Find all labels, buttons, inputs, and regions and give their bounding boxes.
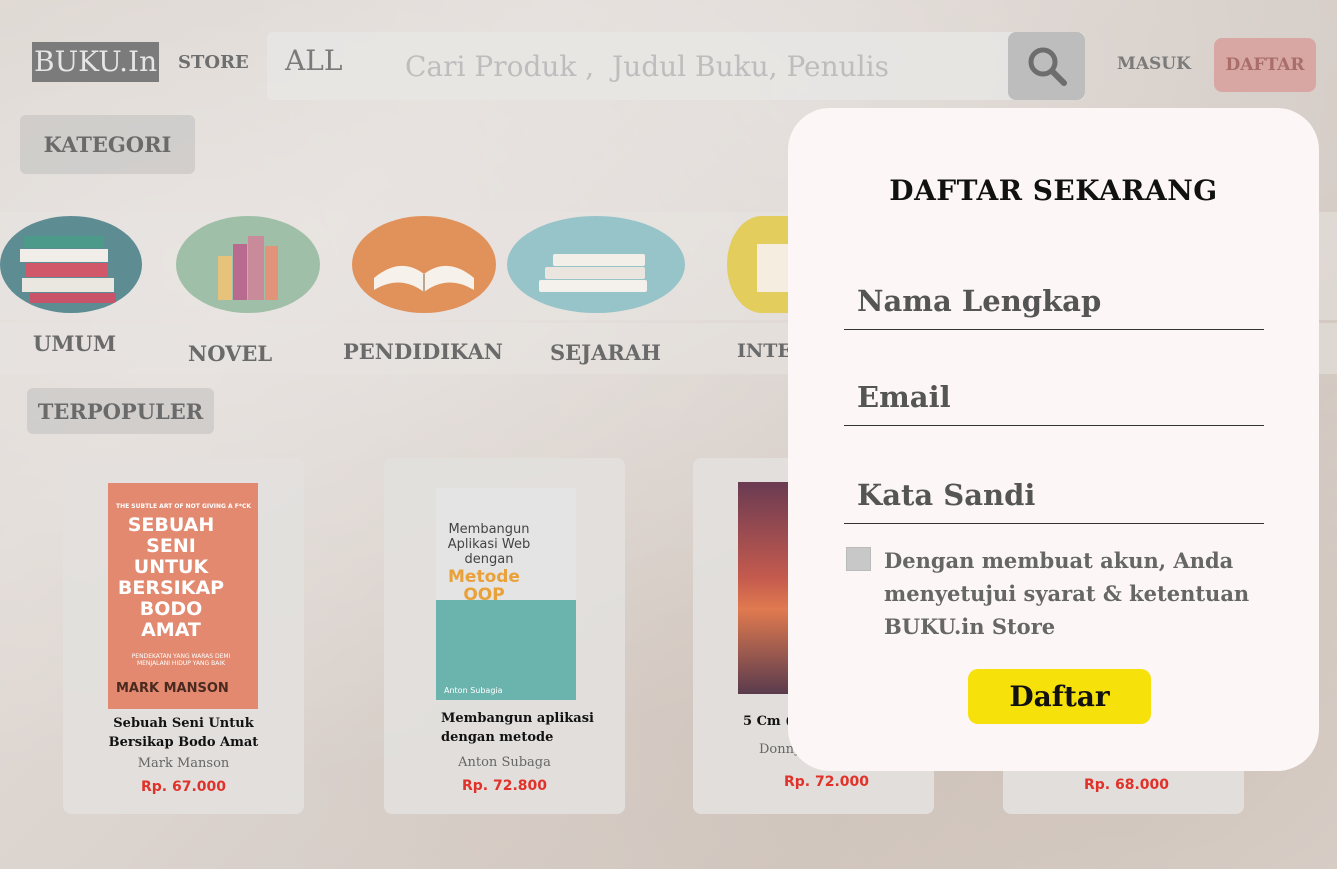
search-input[interactable] <box>405 46 965 86</box>
login-link[interactable]: MASUK <box>1117 54 1191 74</box>
book-icon <box>757 244 797 292</box>
product-author: Mark Manson <box>137 756 230 771</box>
full-name-field[interactable] <box>844 272 1264 330</box>
search-category-select[interactable]: ALL <box>285 44 342 77</box>
book-cover: Membangun Aplikasi Web dengan Metode OOP… <box>436 488 576 700</box>
product-price: Rp. 68.000 <box>1083 777 1170 793</box>
register-button[interactable]: DAFTAR <box>1214 38 1316 92</box>
category-label-novel[interactable]: NOVEL <box>188 341 272 366</box>
kategori-heading: KATEGORI <box>20 115 195 174</box>
product-price: Rp. 72.000 <box>784 774 870 790</box>
category-pendidikan[interactable] <box>352 216 496 313</box>
category-umum[interactable] <box>0 216 142 313</box>
terms-checkbox[interactable] <box>846 547 871 571</box>
product-title[interactable]: Membangun aplikasi dengan metode <box>384 709 625 747</box>
product-price: Rp. 72.800 <box>461 778 548 794</box>
book-cover: THE SUBTLE ART OF NOT GIVING A F*CK SEBU… <box>108 483 258 709</box>
books-upright-icon <box>218 236 278 300</box>
open-book-icon <box>374 265 474 292</box>
category-label-umum[interactable]: UMUM <box>33 331 116 356</box>
submit-register-button[interactable]: Daftar <box>968 669 1151 724</box>
category-label-sejarah[interactable]: SEJARAH <box>550 340 661 365</box>
category-label-inte[interactable]: INTE <box>737 340 792 362</box>
popular-heading: TERPOPULER <box>27 388 214 434</box>
email-field[interactable] <box>844 368 1264 426</box>
category-novel[interactable] <box>176 216 320 313</box>
category-label-pendidikan[interactable]: PENDIDIKAN <box>343 339 503 364</box>
search-bar: ALL <box>267 32 1085 100</box>
product-author: Anton Subaga <box>458 755 551 770</box>
book-stack-icon <box>20 236 116 303</box>
product-title[interactable]: Sebuah Seni Untuk Bersikap Bodo Amat <box>63 714 304 752</box>
modal-title: DAFTAR SEKARANG <box>889 174 1218 207</box>
register-modal: DAFTAR SEKARANG Dengan membuat akun, And… <box>788 108 1319 771</box>
book-pile-icon <box>539 254 647 292</box>
logo[interactable]: BUKU.In <box>32 42 160 82</box>
product-card[interactable]: Membangun Aplikasi Web dengan Metode OOP… <box>384 458 625 814</box>
logo-suffix: STORE <box>178 52 249 73</box>
product-card[interactable]: THE SUBTLE ART OF NOT GIVING A F*CK SEBU… <box>63 458 304 814</box>
search-icon <box>1028 47 1067 86</box>
category-inte[interactable] <box>727 216 797 313</box>
password-field[interactable] <box>844 466 1264 524</box>
category-sejarah[interactable] <box>507 216 685 313</box>
search-button[interactable] <box>1008 32 1085 100</box>
terms-text: Dengan membuat akun, Anda menyetujui sya… <box>884 548 1250 639</box>
product-price: Rp. 67.000 <box>140 779 227 795</box>
